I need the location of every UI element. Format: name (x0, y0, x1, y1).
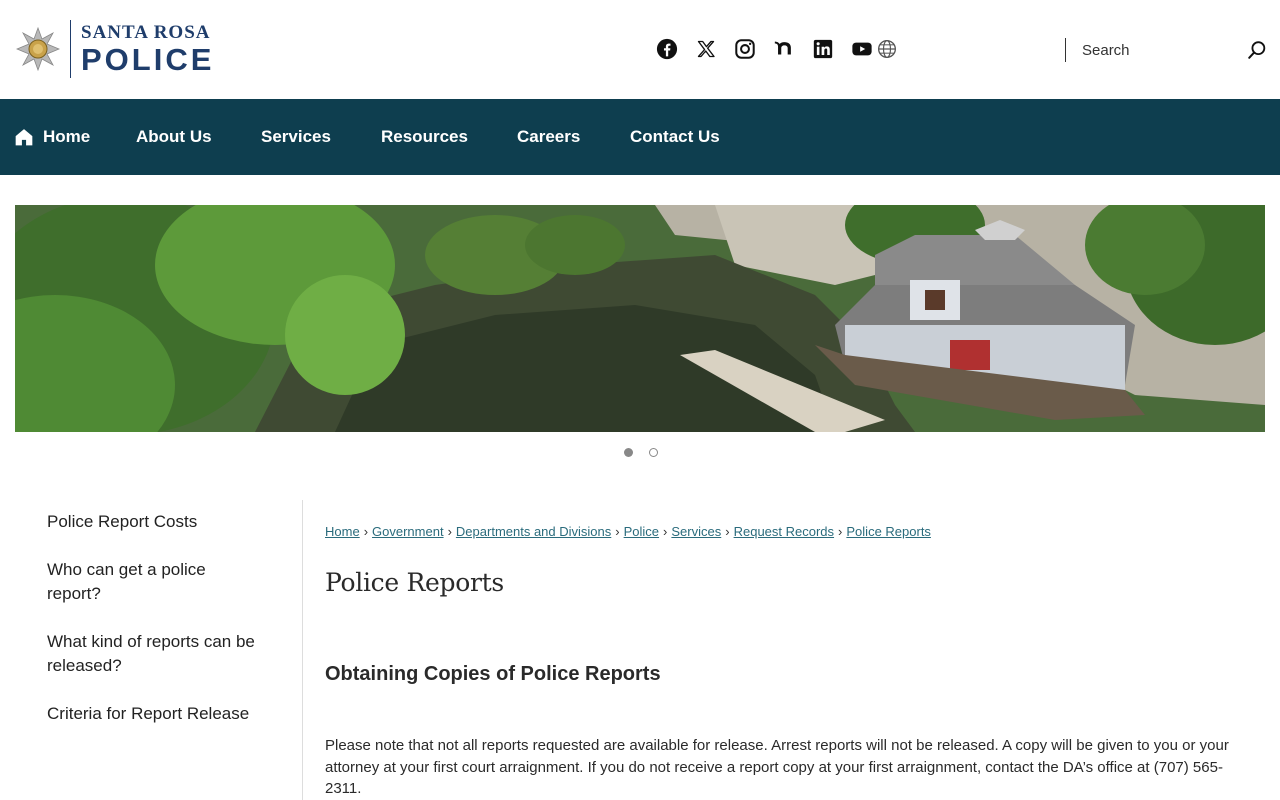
breadcrumb-government[interactable]: Government (372, 524, 444, 539)
page-title: Police Reports (325, 568, 504, 597)
nav-resources[interactable]: Resources (381, 99, 468, 175)
nav-home-label: Home (43, 127, 91, 146)
hero-banner-image (15, 205, 1265, 432)
section-title: Obtaining Copies of Police Reports (325, 663, 661, 685)
instagram-icon[interactable] (734, 38, 756, 60)
nav-about-us[interactable]: About Us (136, 99, 212, 175)
breadcrumb-separator: › (725, 524, 730, 539)
social-links (656, 38, 898, 60)
nav-services[interactable]: Services (261, 99, 331, 175)
sidebar-link-criteria[interactable]: Criteria for Report Release (47, 702, 257, 726)
x-twitter-icon[interactable] (695, 38, 717, 60)
nav-careers[interactable]: Careers (517, 99, 580, 175)
police-star-badge-icon (16, 27, 60, 71)
search-input[interactable] (1066, 41, 1236, 59)
logo-divider (70, 20, 71, 78)
breadcrumb-departments[interactable]: Departments and Divisions (456, 524, 611, 539)
nextdoor-icon[interactable] (773, 38, 795, 60)
breadcrumb-separator: › (615, 524, 620, 539)
youtube-icon[interactable] (851, 38, 873, 60)
search-box (1065, 38, 1270, 62)
site-logo[interactable]: SANTA ROSA POLICE (16, 20, 214, 78)
logo-line-2: POLICE (81, 42, 215, 77)
breadcrumb-request-records[interactable]: Request Records (734, 524, 834, 539)
hero-photo (15, 205, 1265, 432)
breadcrumb-services[interactable]: Services (671, 524, 721, 539)
globe-icon[interactable] (876, 38, 898, 60)
main-navigation: Home About Us Services Resources Careers… (0, 99, 1280, 175)
logo-wordmark: SANTA ROSA POLICE (81, 23, 214, 75)
sidebar-link-who-can-get[interactable]: Who can get a police report? (47, 558, 257, 606)
carousel-dot-1[interactable] (624, 448, 633, 457)
nav-contact-us[interactable]: Contact Us (630, 99, 720, 175)
breadcrumb-home[interactable]: Home (325, 524, 360, 539)
sidebar-divider (302, 500, 303, 800)
carousel-dot-2[interactable] (649, 448, 658, 457)
breadcrumb-separator: › (838, 524, 843, 539)
breadcrumb-police-reports[interactable]: Police Reports (846, 524, 931, 539)
site-header: SANTA ROSA POLICE (0, 0, 1280, 99)
facebook-icon[interactable] (656, 38, 678, 60)
breadcrumb: Home › Government › Departments and Division… (325, 524, 931, 539)
logo-line-1: SANTA ROSA (81, 22, 211, 43)
breadcrumb-separator: › (363, 524, 369, 539)
sidebar-nav: Police Report Costs Who can get a police… (47, 510, 257, 750)
nav-home[interactable]: Home (14, 99, 90, 175)
linkedin-icon[interactable] (812, 38, 834, 60)
carousel-indicators (624, 448, 658, 457)
breadcrumb-police[interactable]: Police (624, 524, 659, 539)
breadcrumb-separator: › (447, 524, 452, 539)
home-icon (15, 129, 33, 146)
breadcrumb-separator: › (663, 524, 668, 539)
search-icon[interactable] (1246, 39, 1268, 61)
sidebar-link-what-kind[interactable]: What kind of reports can be released? (47, 630, 257, 678)
release-notice-paragraph: Please note that not all reports request… (325, 737, 1229, 797)
sidebar-link-report-costs[interactable]: Police Report Costs (47, 510, 257, 534)
